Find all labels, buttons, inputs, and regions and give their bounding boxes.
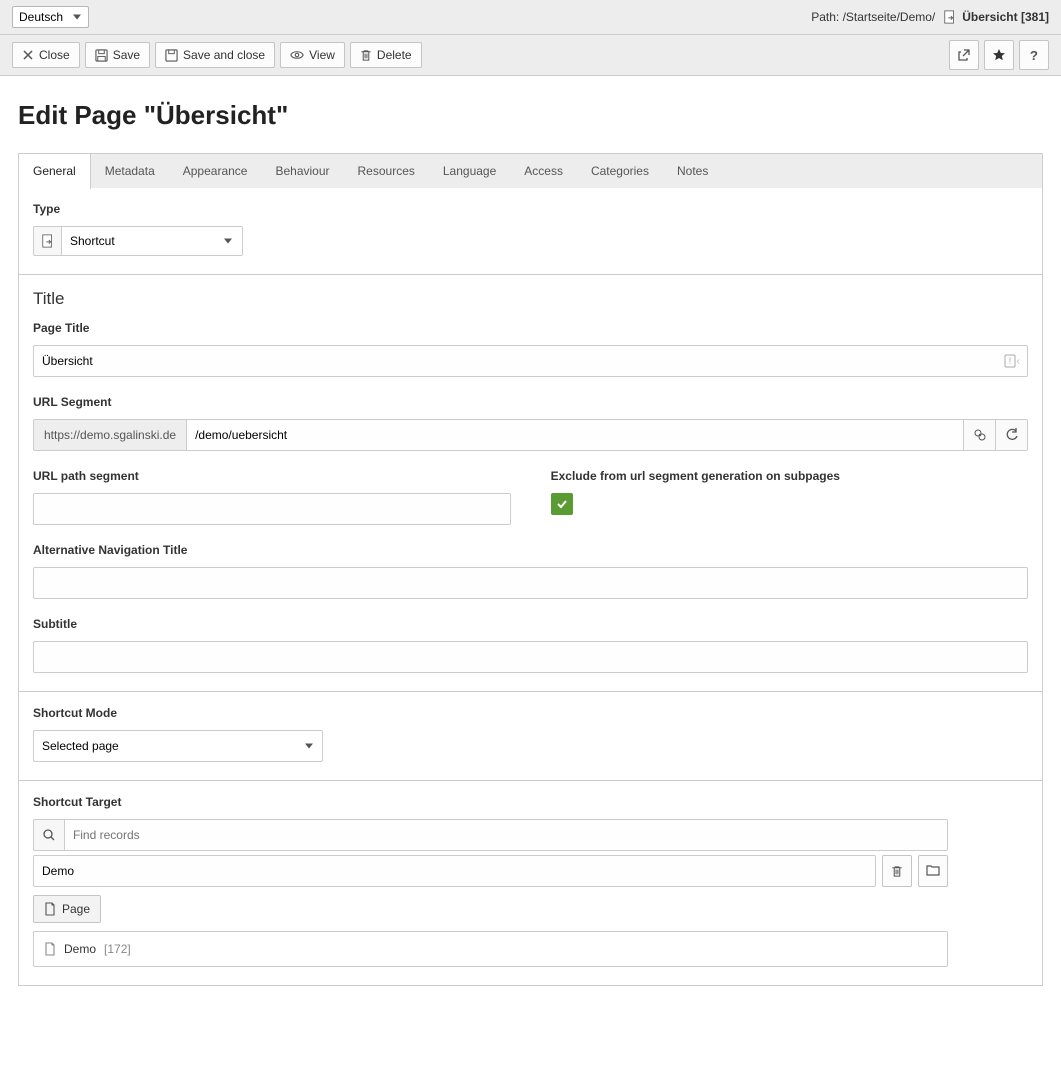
tabs: General Metadata Appearance Behaviour Re… (18, 153, 1043, 188)
exclude-label: Exclude from url segment generation on s… (551, 469, 1029, 483)
search-icon-box (33, 819, 64, 851)
delete-button[interactable]: Delete (350, 42, 422, 68)
type-dropdown[interactable]: Shortcut (62, 227, 242, 255)
tab-metadata[interactable]: Metadata (91, 154, 169, 188)
search-icon (42, 828, 56, 842)
url-segment-input[interactable] (186, 419, 964, 451)
url-segment-label: URL Segment (33, 395, 1028, 409)
tab-language[interactable]: Language (429, 154, 510, 188)
tab-access[interactable]: Access (510, 154, 577, 188)
url-path-segment-input[interactable] (33, 493, 511, 525)
help-button[interactable]: ? (1019, 40, 1049, 70)
alt-nav-label: Alternative Navigation Title (33, 543, 1028, 557)
close-button[interactable]: Close (12, 42, 80, 68)
shortcut-target-section: Shortcut Target (19, 781, 1042, 985)
close-icon (22, 49, 34, 61)
type-label: Type (33, 202, 1028, 216)
browse-record-button[interactable] (918, 855, 948, 887)
page-icon (44, 942, 56, 956)
tab-appearance[interactable]: Appearance (169, 154, 262, 188)
language-select-wrap: Deutsch (12, 6, 89, 28)
required-icon: ! ‹ (1004, 354, 1020, 368)
url-prefix: https://demo.sgalinski.de (33, 419, 186, 451)
page-name: Übersicht [381] (962, 10, 1049, 24)
folder-icon (926, 865, 940, 877)
save-close-icon (165, 49, 178, 62)
help-icon: ? (1030, 48, 1038, 63)
shortcut-mode-label: Shortcut Mode (33, 706, 1028, 720)
remove-record-button[interactable] (882, 855, 912, 887)
record-item[interactable]: Demo [172] (33, 931, 948, 967)
page-btn-label: Page (62, 902, 90, 916)
shortcut-page-icon (943, 10, 957, 24)
toolbar: Close Save Save and close View Delete ? (0, 35, 1061, 76)
save-icon (95, 49, 108, 62)
external-link-icon (957, 48, 971, 62)
open-external-button[interactable] (949, 40, 979, 70)
star-icon (992, 48, 1006, 62)
save-and-close-button[interactable]: Save and close (155, 42, 275, 68)
tab-behaviour[interactable]: Behaviour (261, 154, 343, 188)
shortcut-target-label: Shortcut Target (33, 795, 1028, 809)
type-select: Shortcut (33, 226, 243, 256)
bookmark-button[interactable] (984, 40, 1014, 70)
refresh-icon (1005, 428, 1019, 442)
subtitle-input[interactable] (33, 641, 1028, 673)
type-section: Type Shortcut (19, 188, 1042, 275)
url-toggle-button[interactable] (964, 419, 996, 451)
page-icon (44, 902, 56, 916)
svg-text:!: ! (1008, 356, 1011, 366)
find-records-input[interactable] (64, 819, 948, 851)
eye-icon (290, 49, 304, 61)
shortcut-mode-select[interactable]: Selected page (33, 730, 323, 762)
record-name: Demo (64, 942, 96, 956)
page-record-button[interactable]: Page (33, 895, 101, 923)
path-display: Path: /Startseite/Demo/ (811, 10, 935, 24)
selected-record-input[interactable] (33, 855, 876, 887)
url-refresh-button[interactable] (996, 419, 1028, 451)
tab-notes[interactable]: Notes (663, 154, 722, 188)
save-button[interactable]: Save (85, 42, 150, 68)
view-button[interactable]: View (280, 42, 345, 68)
record-id: [172] (104, 942, 131, 956)
type-icon (34, 227, 62, 255)
page-title-input[interactable] (33, 345, 1028, 377)
trash-icon (360, 49, 372, 62)
exclude-checkbox[interactable] (551, 493, 573, 515)
subtitle-label: Subtitle (33, 617, 1028, 631)
url-path-segment-label: URL path segment (33, 469, 511, 483)
check-icon (555, 497, 569, 511)
alt-nav-input[interactable] (33, 567, 1028, 599)
trash-icon (891, 865, 903, 878)
page-title: Edit Page "Übersicht" (18, 100, 1043, 131)
lock-toggle-icon (973, 428, 987, 442)
title-heading: Title (33, 289, 1028, 309)
tab-general[interactable]: General (18, 153, 91, 189)
language-select[interactable]: Deutsch (12, 6, 89, 28)
tab-categories[interactable]: Categories (577, 154, 663, 188)
shortcut-mode-section: Shortcut Mode Selected page (19, 692, 1042, 781)
tab-panel: Type Shortcut Title Page Title ! ‹ (18, 188, 1043, 986)
page-title-label: Page Title (33, 321, 1028, 335)
tab-resources[interactable]: Resources (344, 154, 429, 188)
title-section: Title Page Title ! ‹ URL Segment https:/… (19, 275, 1042, 692)
topbar: Deutsch Path: /Startseite/Demo/ Übersich… (0, 0, 1061, 35)
